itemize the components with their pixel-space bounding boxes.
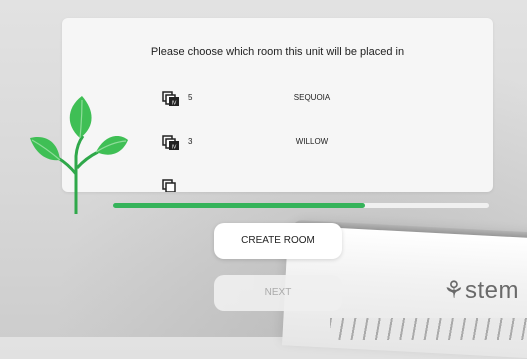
room-unit-count: 5	[188, 93, 193, 102]
svg-text:IV: IV	[172, 145, 177, 151]
setup-progress-bar	[113, 203, 489, 208]
room-unit-count: 3	[188, 137, 193, 146]
room-units-icon: IV	[162, 91, 179, 107]
setup-progress-fill	[113, 203, 365, 208]
room-name: SEQUOIA	[293, 93, 331, 102]
device-brand-logo: ⚘stem	[443, 276, 519, 305]
brand-mark-icon: ⚘	[443, 277, 466, 304]
room-name: WILLOW	[295, 137, 329, 146]
create-room-button[interactable]: CREATE ROOM	[214, 223, 342, 259]
svg-text:IV: IV	[172, 101, 177, 107]
plant-sprout-icon	[30, 96, 128, 214]
room-units-icon	[162, 179, 176, 192]
next-button[interactable]: NEXT	[214, 275, 342, 311]
brand-text: stem	[465, 277, 520, 304]
room-units-icon: IV	[162, 135, 179, 151]
dialog-title: Please choose which room this unit will …	[150, 46, 405, 58]
